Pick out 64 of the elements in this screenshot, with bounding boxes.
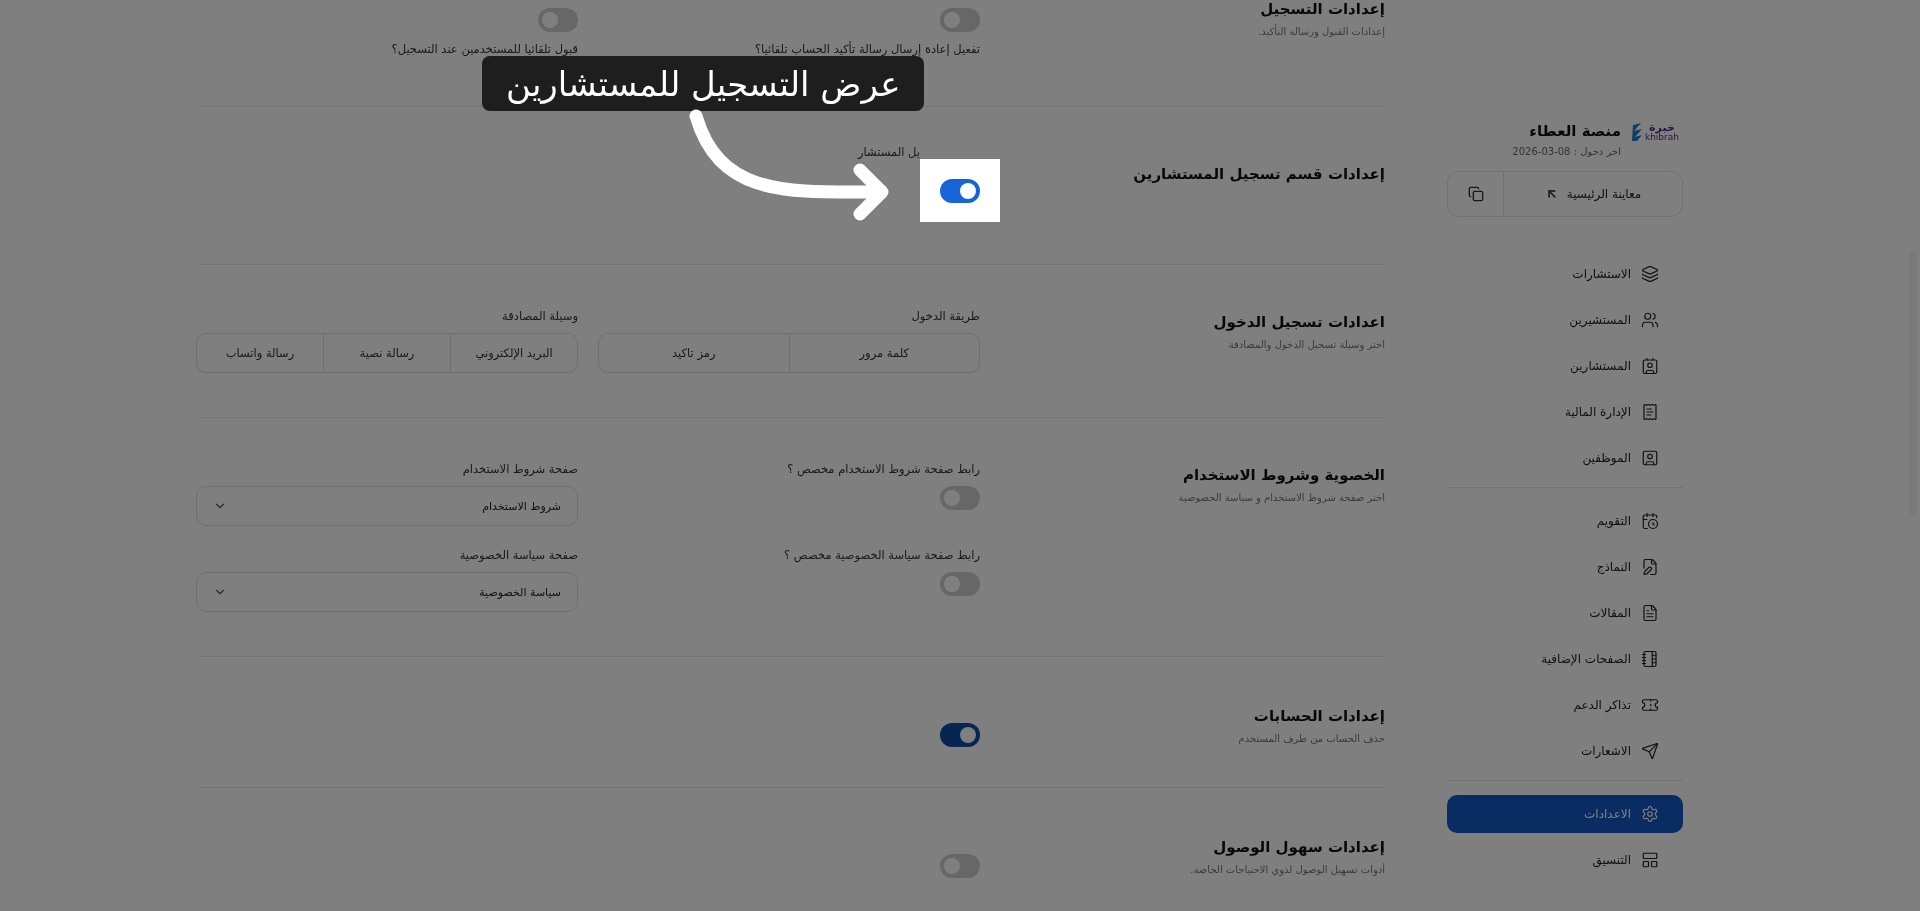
platform-name: منصة العطاء (1528, 122, 1621, 140)
segment-option[interactable]: رمز تاكيد (599, 334, 790, 372)
segment-option[interactable]: رسالة نصية (324, 334, 451, 372)
layers-icon (1641, 265, 1659, 283)
field-label: طريقة الدخول (911, 309, 980, 323)
field-label: يل المستشار (858, 145, 920, 159)
receipt-icon (1641, 403, 1659, 421)
sidebar-item[interactable]: تذاكر الدعم (1447, 686, 1683, 724)
section-subtitle: إعدادات القبول ورسالة التأكيد. (1257, 26, 1385, 37)
sidebar-item[interactable]: الصفحات الإضافية (1447, 640, 1683, 678)
section-title: الخصوية وشروط الاستخدام (1181, 466, 1385, 484)
users-icon (1641, 311, 1659, 329)
section-title: إعدادات قسم تسجيل المستشارين (1132, 165, 1385, 183)
toggle-switch[interactable] (940, 854, 980, 878)
sidebar-item[interactable]: المستشيرين (1447, 301, 1683, 339)
settings-icon (1641, 805, 1659, 823)
toggle-switch[interactable] (940, 572, 980, 596)
section-subtitle: حذف الحساب من طرف المستخدم (1237, 733, 1385, 744)
sidebar-item[interactable]: الاعدادات (1447, 795, 1683, 833)
select-field[interactable]: شروط الاستخدام (196, 486, 578, 526)
copy-icon (1467, 186, 1484, 202)
contact-card-icon (1641, 357, 1659, 375)
sidebar-item[interactable]: الاشعارات (1447, 732, 1683, 770)
send-icon (1641, 742, 1659, 760)
toggle-switch[interactable] (940, 8, 980, 32)
sidebar-item[interactable]: التقويم (1447, 502, 1683, 540)
section-subtitle: اختر وسيلة تسجيل الدخول والمصادقة (1227, 339, 1385, 350)
sidebar-item[interactable]: التنسيق (1447, 841, 1683, 879)
sidebar-item[interactable]: الاستشارات (1447, 255, 1683, 293)
select-field[interactable]: سياسة الخصوصية (196, 572, 578, 612)
section-title: إعدادات الحسابات (1252, 707, 1385, 725)
segment-option[interactable]: البريد الإلكتروني (451, 334, 577, 372)
section-title: إعدادات التسجيل (1259, 0, 1385, 18)
toggle-switch[interactable] (940, 178, 980, 203)
layout-icon (1641, 851, 1659, 869)
field-label: صفحة سياسة الخصوصية (459, 548, 578, 562)
segment-option[interactable]: رسالة واتساب (197, 334, 324, 372)
field-label: صفحة شروط الاستخدام (462, 462, 578, 476)
sidebar-item[interactable]: المستشارين (1447, 347, 1683, 385)
toggle-switch[interactable] (940, 723, 980, 747)
toggle-switch[interactable] (538, 8, 578, 32)
sidebar-item[interactable]: الإدارة المالية (1447, 393, 1683, 431)
toggle-switch[interactable] (940, 486, 980, 510)
section-subtitle: اختر صفحة شروط الاستخدام و سياسة الخصوصية (1177, 492, 1385, 503)
last-login-text: اخر دخول : 08-03-2026 (1512, 146, 1621, 157)
sidebar-item[interactable]: الموظفين (1447, 439, 1683, 477)
field-label: تفعيل إعادة إرسال رسالة تأكيد الحساب تلقائيا؟ (755, 42, 980, 56)
calendar-clock-icon (1641, 512, 1659, 530)
notebook-icon (1641, 650, 1659, 668)
user-square-icon (1641, 449, 1659, 467)
sidebar-item[interactable]: النماذج (1447, 548, 1683, 586)
ticket-icon (1641, 696, 1659, 714)
section-title: اعدادات تسجيل الدخول (1212, 313, 1385, 331)
form-pen-icon (1641, 558, 1659, 576)
segment-option[interactable]: كلمة مرور (789, 334, 979, 372)
section-subtitle: أدوات تسهيل الوصول لذوي الاحتياجات الخاصة. (1189, 864, 1385, 875)
tooltip: عرض التسجيل للمستشارين (482, 56, 925, 111)
field-label: قبول تلقائيا للمستخدمين عند التسجيل؟ (391, 42, 578, 56)
section-title: إعدادات سهول الوصول (1212, 838, 1385, 856)
field-label: وسيلة المصادقة (502, 309, 578, 323)
sidebar-item[interactable]: المقالات (1447, 594, 1683, 632)
field-label: رابط صفحة شروط الاستخدام مخصص ؟ (787, 462, 980, 476)
field-label: رابط صفحة سياسة الخصوصية مخصص ؟ (784, 548, 980, 562)
document-icon (1641, 604, 1659, 622)
